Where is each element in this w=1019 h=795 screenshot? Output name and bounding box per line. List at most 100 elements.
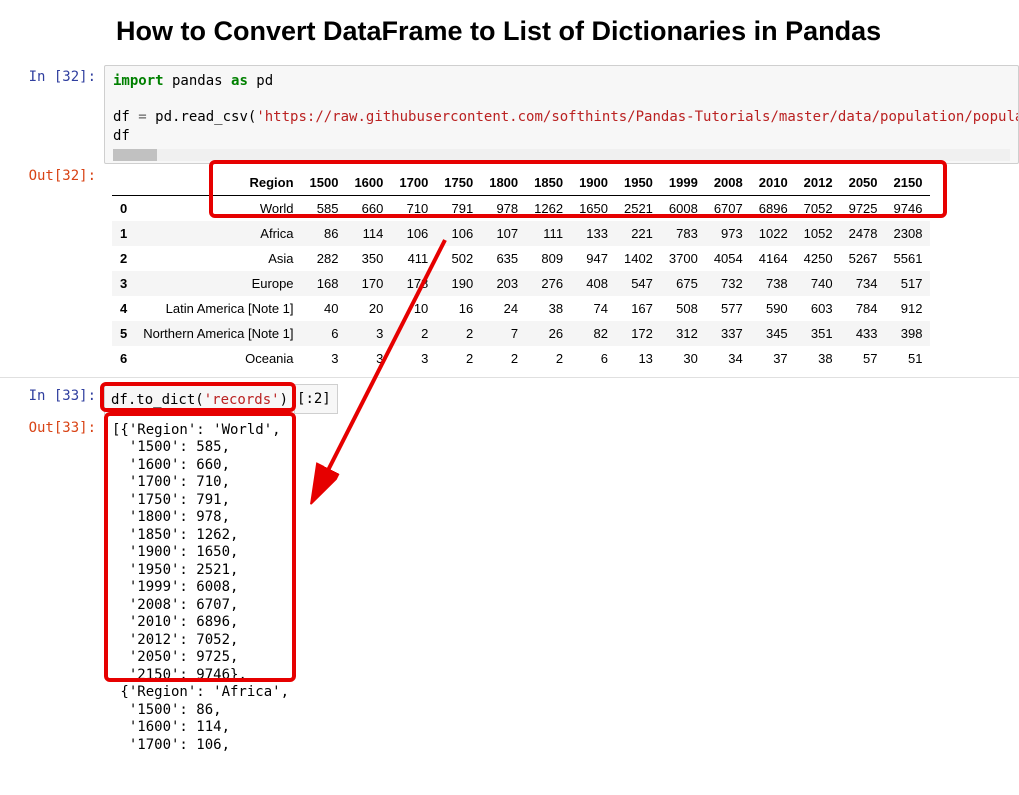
cell-value: 20	[346, 296, 391, 321]
in-prompt-1: In [32]:	[0, 65, 104, 85]
cell-value: 9725	[841, 195, 886, 221]
cell-value: 37	[751, 346, 796, 371]
cell-value: 3	[391, 346, 436, 371]
notebook: How to Convert DataFrame to List of Dict…	[0, 0, 1019, 760]
cell-value: 791	[436, 195, 481, 221]
cell-value: 508	[661, 296, 706, 321]
horizontal-scrollbar[interactable]	[113, 149, 1010, 161]
cell-value: 107	[481, 221, 526, 246]
table-header: 2008	[706, 170, 751, 196]
cell-value: 2521	[616, 195, 661, 221]
cell-region: Asia	[135, 246, 301, 271]
cell-value: 4054	[706, 246, 751, 271]
cell-value: 502	[436, 246, 481, 271]
cell-value: 710	[391, 195, 436, 221]
cell-value: 351	[796, 321, 841, 346]
table-header: 1700	[391, 170, 436, 196]
table-header: 1500	[302, 170, 347, 196]
table-row: 6Oceania333222613303437385751	[112, 346, 930, 371]
cell-value: 547	[616, 271, 661, 296]
cell-value: 172	[616, 321, 661, 346]
cell-value: 1052	[796, 221, 841, 246]
cell-value: 276	[526, 271, 571, 296]
cell-value: 282	[302, 246, 347, 271]
cell-value: 6707	[706, 195, 751, 221]
row-index: 4	[112, 296, 135, 321]
cell-value: 13	[616, 346, 661, 371]
cell-value: 57	[841, 346, 886, 371]
table-header: 2010	[751, 170, 796, 196]
cell-value: 740	[796, 271, 841, 296]
out-prompt-2: Out[33]:	[0, 416, 104, 436]
cell-value: 350	[346, 246, 391, 271]
table-row: 5Northern America [Note 1]63227268217231…	[112, 321, 930, 346]
row-index: 6	[112, 346, 135, 371]
cell-value: 24	[481, 296, 526, 321]
cell-value: 809	[526, 246, 571, 271]
row-index: 1	[112, 221, 135, 246]
cell-value: 114	[346, 221, 391, 246]
table-header: 1800	[481, 170, 526, 196]
code-input-1[interactable]: import pandas as pd df = pd.read_csv('ht…	[104, 65, 1019, 164]
cell-value: 7	[481, 321, 526, 346]
cell-value: 9746	[886, 195, 931, 221]
cell-value: 408	[571, 271, 616, 296]
cell-value: 38	[526, 296, 571, 321]
row-index: 3	[112, 271, 135, 296]
code-cell-2: In [33]: df.to_dict('records') [:2]	[0, 384, 1019, 416]
cell-value: 732	[706, 271, 751, 296]
cell-value: 7052	[796, 195, 841, 221]
cell-value: 2478	[841, 221, 886, 246]
table-row: 4Latin America [Note 1]40201016243874167…	[112, 296, 930, 321]
cell-value: 603	[796, 296, 841, 321]
cell-value: 3	[302, 346, 347, 371]
cell-value: 168	[302, 271, 347, 296]
output-area-1: Region1500160017001750180018501900195019…	[104, 164, 1019, 377]
cell-value: 973	[706, 221, 751, 246]
cell-value: 3700	[661, 246, 706, 271]
table-header: 1950	[616, 170, 661, 196]
table-header: 2050	[841, 170, 886, 196]
cell-value: 312	[661, 321, 706, 346]
cell-value: 6	[302, 321, 347, 346]
scrollbar-thumb[interactable]	[113, 149, 157, 161]
cell-value: 590	[751, 296, 796, 321]
code-line: df.to_dict('records')	[111, 392, 288, 408]
cell-value: 411	[391, 246, 436, 271]
code-line: import pandas as pd	[113, 72, 1010, 90]
table-row: 0World5856607107919781262165025216008670…	[112, 195, 930, 221]
cell-value: 345	[751, 321, 796, 346]
cell-region: Northern America [Note 1]	[135, 321, 301, 346]
cell-value: 577	[706, 296, 751, 321]
cell-value: 6008	[661, 195, 706, 221]
cell-value: 170	[346, 271, 391, 296]
cell-value: 38	[796, 346, 841, 371]
table-header: 1600	[346, 170, 391, 196]
code-line	[113, 90, 1010, 108]
cell-value: 190	[436, 271, 481, 296]
code-input-2[interactable]: df.to_dict('records')	[104, 384, 295, 416]
cell-value: 133	[571, 221, 616, 246]
table-header: 2150	[886, 170, 931, 196]
table-header	[112, 170, 135, 196]
cell-value: 51	[886, 346, 931, 371]
cell-value: 660	[346, 195, 391, 221]
code-extra-slice: [:2]	[295, 384, 338, 414]
code-cell-1: In [32]: import pandas as pd df = pd.rea…	[0, 65, 1019, 164]
cell-region: Europe	[135, 271, 301, 296]
cell-value: 5561	[886, 246, 931, 271]
table-header: Region	[135, 170, 301, 196]
cell-value: 734	[841, 271, 886, 296]
cell-value: 784	[841, 296, 886, 321]
cell-value: 3	[346, 321, 391, 346]
cell-value: 167	[616, 296, 661, 321]
cell-value: 111	[526, 221, 571, 246]
cell-value: 2	[481, 346, 526, 371]
cell-value: 34	[706, 346, 751, 371]
code-line: df	[113, 127, 1010, 145]
code-input-wrap-2: df.to_dict('records') [:2]	[104, 384, 1019, 416]
table-row: 3Europe168170178190203276408547675732738…	[112, 271, 930, 296]
cell-value: 2308	[886, 221, 931, 246]
dataframe-table: Region1500160017001750180018501900195019…	[112, 170, 930, 371]
cell-value: 4250	[796, 246, 841, 271]
